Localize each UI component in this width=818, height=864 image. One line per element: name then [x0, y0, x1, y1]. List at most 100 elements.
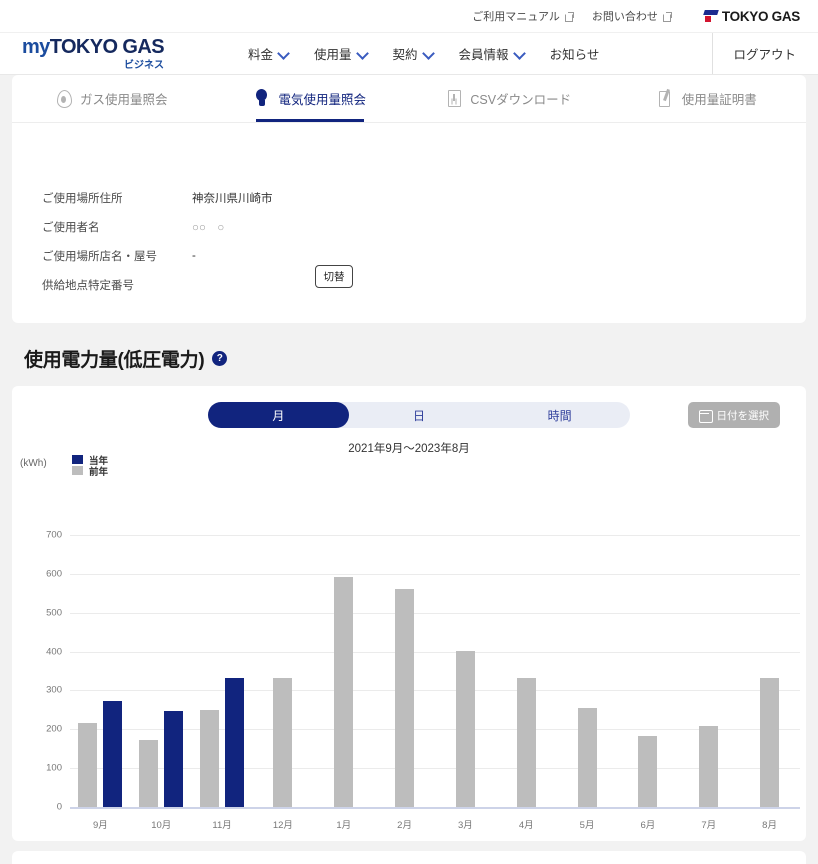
nav-item-label: お知らせ	[549, 48, 600, 62]
chevron-down-icon	[358, 49, 367, 58]
brand-logo-text: myTOKYO GAS	[22, 37, 182, 57]
nav-item-shiyoryo[interactable]: 使用量	[314, 44, 367, 63]
info-label: ご使用者名	[42, 221, 100, 234]
x-axis-tick-label: 11月	[212, 820, 232, 831]
gas-drop-icon	[55, 89, 72, 108]
tab-label: 電気使用量照会	[278, 93, 366, 107]
nav-item-label: 使用量	[314, 48, 352, 62]
period-segmented-control: 月 日 時間	[208, 402, 630, 428]
brand-sub-text: ビジネス	[124, 59, 164, 71]
nav-item-label: 会員情報	[458, 48, 509, 62]
info-value: ○○ ○	[192, 221, 225, 234]
tab-electricity-usage[interactable]: 電気使用量照会	[211, 75, 410, 122]
x-axis-tick-label: 2月	[397, 820, 412, 831]
legend-label: 前年	[89, 466, 109, 478]
info-row-address: ご使用場所住所 神奈川県川崎市	[42, 183, 776, 212]
x-axis-tick-label: 8月	[762, 820, 777, 831]
calendar-icon	[698, 409, 713, 423]
question-mark-icon[interactable]: ?	[212, 351, 228, 366]
chart-gridline	[70, 612, 800, 614]
tab-label: 使用量証明書	[681, 93, 757, 107]
switch-button[interactable]: 切替	[315, 265, 353, 288]
user-manual-link[interactable]: ご利用マニュアル	[472, 8, 574, 24]
nav-item-kaiin-joho[interactable]: 会員情報	[459, 44, 524, 63]
chart-gridline	[70, 573, 800, 575]
info-value: 神奈川県川崎市	[192, 192, 273, 205]
x-axis-tick-label: 9月	[93, 820, 108, 831]
chart-bar-previous-year	[395, 589, 415, 807]
x-axis-tick-label: 10月	[151, 820, 172, 831]
x-axis-tick-label: 5月	[579, 820, 595, 831]
x-axis-tick-label: 7月	[701, 820, 717, 831]
chart-controls: 月 日 時間 日付を選択	[26, 402, 792, 428]
y-axis-tick-label: 500	[46, 607, 62, 619]
chart-gridline	[70, 690, 800, 692]
chevron-down-icon	[424, 49, 433, 58]
chart-gridline	[70, 768, 800, 770]
chart-bar-previous-year	[273, 677, 293, 807]
y-axis-tick-label: 700	[46, 529, 62, 541]
nav-item-label: 契約	[392, 48, 418, 62]
y-axis-tick-label: 200	[46, 723, 62, 735]
chevron-down-icon	[279, 49, 288, 58]
chart-bar-current-year	[164, 711, 184, 807]
x-axis-tick-label: 4月	[518, 820, 534, 831]
y-axis-unit-label: (kWh)	[20, 458, 47, 469]
y-axis-tick-label: 400	[46, 646, 62, 658]
tokyo-gas-logo-text: TOKYO GAS	[721, 8, 800, 24]
external-link-icon	[564, 12, 574, 22]
legend-swatch-current	[72, 455, 83, 464]
y-axis-tick-label: 300	[46, 684, 62, 696]
brand-logo[interactable]: myTOKYO GAS ビジネス	[22, 37, 182, 71]
tab-usage-certificate[interactable]: 使用量証明書	[608, 75, 807, 122]
nav-item-ryokin[interactable]: 料金	[248, 44, 288, 63]
info-row-user-name: ご使用者名 ○○ ○	[42, 212, 776, 241]
certificate-pen-icon	[657, 89, 674, 108]
y-axis-tick-label: 100	[46, 762, 62, 774]
brand-my-text: my	[22, 35, 50, 58]
chart-bar-previous-year	[638, 735, 658, 807]
light-bulb-icon	[253, 89, 270, 108]
x-axis-tick-label: 6月	[640, 820, 656, 831]
contract-info-rows: ご使用場所住所 神奈川県川崎市 ご使用者名 ○○ ○ ご使用場所店名・屋号 - …	[42, 183, 776, 299]
chart-bar-previous-year	[577, 707, 597, 807]
select-date-button[interactable]: 日付を選択	[687, 402, 780, 428]
contact-link[interactable]: お問い合わせ	[592, 8, 672, 24]
tab-csv-download[interactable]: CSVダウンロード	[409, 75, 608, 122]
tokyo-gas-mark-icon	[703, 9, 719, 23]
segment-month[interactable]: 月	[208, 402, 349, 428]
usage-chart-card: 月 日 時間 日付を選択 2021年9月～2023年8月 当年 前年 (kWh)	[12, 386, 806, 841]
brand-name-text: TOKYO GAS	[49, 35, 165, 58]
csv-download-icon	[445, 89, 462, 108]
chart-bar-previous-year	[455, 651, 475, 807]
y-axis-tick-label: 0	[56, 801, 62, 813]
chart-bar-current-year	[103, 700, 123, 807]
utility-bar: ご利用マニュアル お問い合わせ TOKYO GAS	[0, 0, 818, 33]
tokyo-gas-logo: TOKYO GAS	[703, 8, 800, 24]
chart-gridline	[70, 651, 800, 653]
chart-bar-previous-year	[78, 723, 98, 807]
nav-item-keiyaku[interactable]: 契約	[393, 44, 433, 63]
bottom-panel	[12, 851, 806, 864]
user-manual-label: ご利用マニュアル	[472, 11, 560, 23]
page-title: 使用電力量(低圧電力)	[24, 350, 205, 371]
y-axis-tick-label: 600	[46, 568, 62, 580]
info-value: -	[192, 249, 196, 262]
chevron-down-icon	[515, 49, 524, 58]
segment-day[interactable]: 日	[349, 402, 490, 428]
x-axis-tick-label: 12月	[272, 820, 293, 831]
logout-container: ログアウト	[712, 33, 818, 74]
page-body: ガス使用量照会 電気使用量照会 CSVダウンロード 使用量証明書 切替 ご使用場…	[0, 75, 818, 864]
legend-item-previous-year: 前年	[72, 465, 109, 478]
tab-gas-usage[interactable]: ガス使用量照会	[12, 75, 211, 122]
chart-bar-previous-year	[200, 709, 220, 807]
info-label: 供給地点特定番号	[42, 279, 134, 292]
chart-bar-previous-year	[760, 677, 780, 807]
logout-button[interactable]: ログアウト	[733, 44, 796, 63]
segment-hour[interactable]: 時間	[489, 402, 630, 428]
chart-bar-previous-year	[699, 725, 719, 807]
info-row-store-name: ご使用場所店名・屋号 -	[42, 241, 776, 270]
chart-gridline	[70, 729, 800, 731]
nav-item-oshirase[interactable]: お知らせ	[550, 44, 600, 63]
contract-info-panel: 切替 ご使用場所住所 神奈川県川崎市 ご使用者名 ○○ ○ ご使用場所店名・屋号…	[12, 122, 806, 323]
